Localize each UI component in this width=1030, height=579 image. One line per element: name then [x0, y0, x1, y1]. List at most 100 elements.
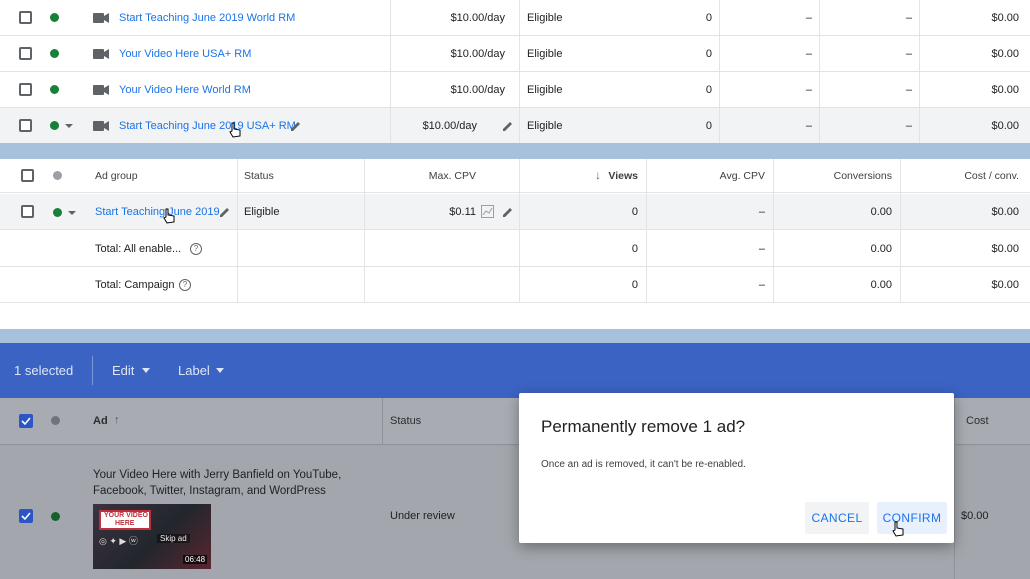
campaign-metric-b: –: [905, 84, 912, 96]
campaign-metric-b: –: [905, 12, 912, 24]
hand-cursor-icon: [892, 521, 904, 537]
campaign-name-link[interactable]: Start Teaching June 2019 World RM: [119, 12, 295, 24]
video-thumbnail[interactable]: YOUR VIDEO HERE ◎ ✦ ▶ ⓦ Skip ad 06:48: [93, 504, 211, 569]
campaign-name-link[interactable]: Your Video Here USA+ RM: [119, 48, 251, 60]
column-header-ad-group[interactable]: Ad group: [95, 170, 138, 182]
campaign-metric-b: –: [905, 48, 912, 60]
column-divider: [919, 0, 920, 143]
table-row[interactable]: Start Teaching June 2019 Eligible $0.11 …: [0, 194, 1030, 230]
check-icon: [21, 512, 31, 521]
campaign-cost: $0.00: [991, 120, 1019, 132]
column-header-ad[interactable]: Ad: [93, 415, 108, 427]
campaign-budget: $10.00/day: [450, 12, 505, 24]
totals-label: Total: All enable...: [95, 243, 182, 255]
edit-budget-icon[interactable]: [502, 120, 514, 132]
ad-group-name-link[interactable]: Start Teaching June 2019: [95, 206, 220, 218]
totals-views: 0: [631, 279, 638, 291]
campaign-views: 0: [705, 48, 712, 60]
edit-pencil-icon[interactable]: [290, 120, 302, 132]
ad-group-conversions: 0.00: [870, 206, 892, 218]
campaign-name-link[interactable]: Start Teaching June 2019 USA+ RM: [119, 120, 296, 132]
divider: [92, 356, 93, 385]
thumbnail-text-line2: HERE: [115, 520, 135, 527]
chart-icon[interactable]: [481, 205, 494, 218]
column-header-cost-conv[interactable]: Cost / conv.: [905, 170, 1019, 182]
video-campaign-icon: [93, 13, 109, 23]
campaigns-table: Start Teaching June 2019 World RM $10.00…: [0, 0, 1030, 144]
select-all-checkbox[interactable]: [19, 414, 33, 428]
edit-pencil-icon[interactable]: [219, 206, 231, 218]
column-divider: [773, 159, 774, 303]
table-row[interactable]: Start Teaching June 2019 World RM $10.00…: [0, 0, 1030, 36]
campaign-metric-a: –: [805, 120, 812, 132]
enabled-status-dot: [50, 13, 59, 22]
edit-max-cpv-icon[interactable]: [502, 206, 514, 218]
row-checkbox[interactable]: [21, 205, 34, 218]
confirm-button[interactable]: CONFIRM: [877, 502, 947, 534]
chevron-down-icon[interactable]: [216, 368, 224, 373]
cancel-button[interactable]: CANCEL: [805, 502, 869, 534]
remove-ad-dialog: Permanently remove 1 ad? Once an ad is r…: [519, 393, 954, 543]
column-header-cost[interactable]: Cost: [966, 415, 989, 427]
row-checkbox[interactable]: [19, 11, 32, 24]
column-divider: [819, 0, 820, 143]
campaign-budget: $10.00/day: [422, 120, 477, 132]
column-divider: [364, 159, 365, 303]
totals-conversions: 0.00: [870, 279, 892, 291]
skip-ad-button[interactable]: Skip ad: [157, 534, 190, 543]
campaign-views: 0: [705, 12, 712, 24]
panel-separator: [0, 329, 1030, 343]
column-header-views[interactable]: Views: [560, 170, 638, 182]
campaign-cost: $0.00: [991, 84, 1019, 96]
help-icon[interactable]: ?: [179, 279, 191, 291]
totals-views: 0: [631, 243, 638, 255]
column-divider: [646, 159, 647, 303]
campaign-metric-b: –: [905, 120, 912, 132]
label-menu-button[interactable]: Label: [178, 363, 210, 378]
row-checkbox[interactable]: [19, 509, 33, 523]
video-campaign-icon: [93, 49, 109, 59]
campaign-status: Eligible: [527, 84, 563, 96]
totals-avg-cpv: –: [758, 279, 765, 291]
table-row[interactable]: Your Video Here USA+ RM $10.00/day Eligi…: [0, 36, 1030, 72]
column-header-max-cpv[interactable]: Max. CPV: [380, 170, 476, 182]
status-dropdown-icon[interactable]: [65, 124, 73, 128]
campaign-views: 0: [705, 84, 712, 96]
help-icon[interactable]: ?: [190, 243, 202, 255]
row-checkbox[interactable]: [19, 83, 32, 96]
enabled-status-dot: [50, 85, 59, 94]
panel-separator: [0, 143, 1030, 159]
enabled-status-dot: [51, 512, 60, 521]
thumbnail-text-line1: YOUR VIDEO: [104, 512, 148, 519]
edit-menu-button[interactable]: Edit: [112, 363, 134, 378]
column-divider: [719, 0, 720, 143]
column-divider: [382, 398, 383, 445]
totals-row: Total: Campaign ? 0 – 0.00 $0.00: [0, 267, 1030, 303]
totals-avg-cpv: –: [758, 243, 765, 255]
table-row[interactable]: Start Teaching June 2019 USA+ RM $10.00/…: [0, 108, 1030, 144]
campaign-budget: $10.00/day: [450, 48, 505, 60]
column-divider: [954, 398, 955, 445]
column-header-conversions[interactable]: Conversions: [780, 170, 892, 182]
column-header-avg-cpv[interactable]: Avg. CPV: [660, 170, 765, 182]
chevron-down-icon[interactable]: [142, 368, 150, 373]
row-checkbox[interactable]: [19, 119, 32, 132]
table-header: Ad group Status Max. CPV ↓ Views Avg. CP…: [0, 159, 1030, 193]
ad-group-avg-cpv: –: [758, 206, 765, 218]
totals-conversions: 0.00: [870, 243, 892, 255]
campaign-name-link[interactable]: Your Video Here World RM: [119, 84, 251, 96]
column-divider: [390, 0, 391, 143]
row-checkbox[interactable]: [19, 47, 32, 60]
social-icons: ◎ ✦ ▶ ⓦ: [99, 536, 138, 546]
select-all-checkbox[interactable]: [21, 169, 34, 182]
column-header-status[interactable]: Status: [244, 170, 274, 182]
selected-count: 1 selected: [14, 363, 74, 378]
column-divider: [900, 159, 901, 303]
totals-cost-conv: $0.00: [991, 279, 1019, 291]
campaign-cost: $0.00: [991, 12, 1019, 24]
status-dropdown-icon[interactable]: [68, 211, 76, 215]
column-header-status[interactable]: Status: [390, 415, 421, 427]
dialog-body: Once an ad is removed, it can't be re-en…: [541, 459, 746, 470]
video-campaign-icon: [93, 85, 109, 95]
table-row[interactable]: Your Video Here World RM $10.00/day Elig…: [0, 72, 1030, 108]
